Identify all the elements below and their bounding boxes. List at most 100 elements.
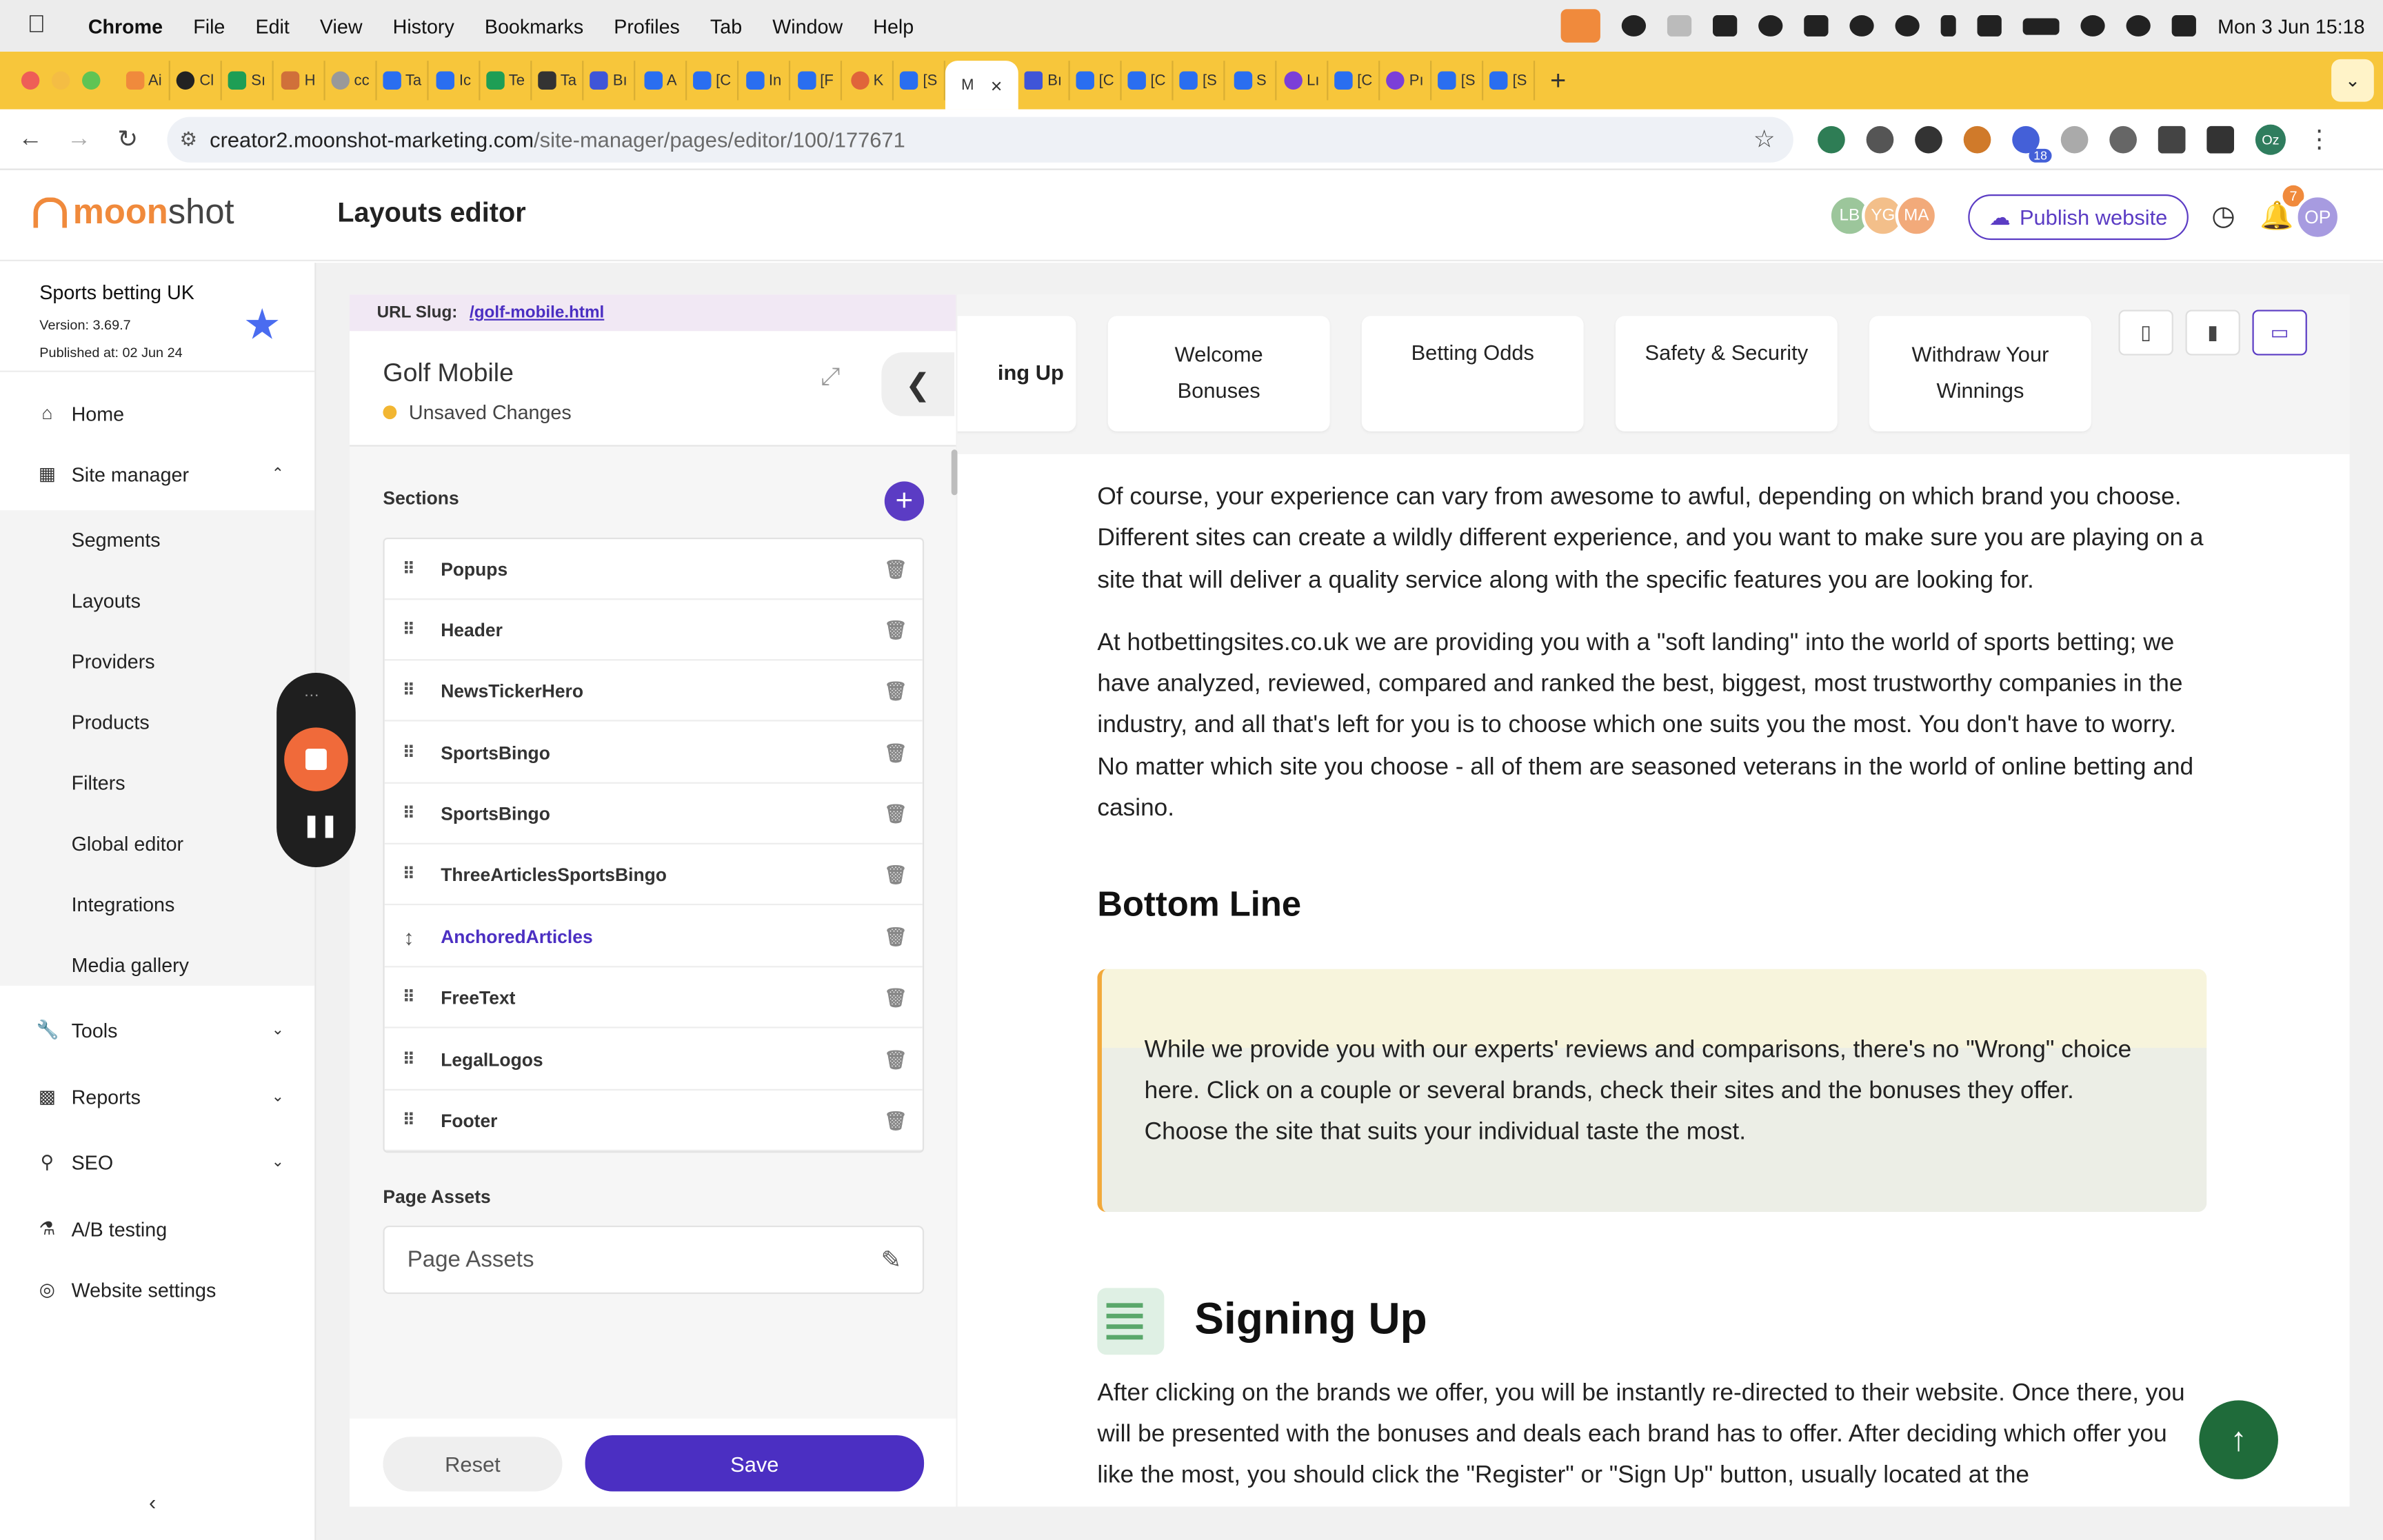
menu-profiles[interactable]: Profiles <box>614 14 680 37</box>
browser-tab[interactable]: A <box>635 61 687 101</box>
browser-menu-icon[interactable]: ⋮ <box>2307 125 2331 155</box>
grammarly-extension-icon[interactable] <box>1818 125 1845 154</box>
browser-tab[interactable]: K <box>842 61 894 101</box>
disabled-extension-icon[interactable] <box>2060 125 2089 154</box>
stop-recording-button[interactable] <box>284 727 348 791</box>
menu-window[interactable]: Window <box>772 14 843 37</box>
panel-scrollbar[interactable] <box>951 449 958 496</box>
browser-tab[interactable]: Sı <box>222 61 274 101</box>
drag-handle-icon[interactable]: ⠿ <box>400 1049 418 1069</box>
desktop-view-icon[interactable]: ▭ <box>2252 310 2307 356</box>
drag-handle-icon[interactable]: ⠿ <box>400 559 418 578</box>
browser-tab-active[interactable]: M × <box>945 61 1018 110</box>
moon-icon[interactable] <box>1849 15 1874 37</box>
trash-icon[interactable]: 🗑 <box>884 802 907 824</box>
trash-icon[interactable]: 🗑 <box>884 986 907 1008</box>
bookmark-star-icon[interactable]: ☆ <box>1753 125 1776 155</box>
browser-tab[interactable]: H <box>274 61 325 101</box>
extension-with-badge-icon[interactable]: 18 <box>2012 125 2052 163</box>
address-bar[interactable]: ⚙ creator2.moonshot-marketing.com/site-m… <box>167 116 1793 163</box>
minimize-window-button[interactable] <box>51 71 70 90</box>
sidebar-item-site-manager[interactable]: ▦ Site manager ⌃ <box>0 443 314 504</box>
browser-tab[interactable]: Cl <box>170 61 222 101</box>
menu-tab[interactable]: Tab <box>710 14 742 37</box>
scroll-to-top-arrow-icon[interactable]: ↑ <box>2199 1400 2278 1479</box>
sidebar-item-seo[interactable]: ⚲ SEO ⌄ <box>0 1131 314 1192</box>
browser-tab[interactable]: [S <box>894 61 945 101</box>
gear-extension-icon[interactable] <box>1915 125 1942 154</box>
subnav-item-segments[interactable]: Segments <box>72 529 161 551</box>
expand-icon[interactable]: ⤢ <box>821 365 840 392</box>
pause-icon[interactable]: ❚❚ <box>303 813 339 838</box>
section-row[interactable]: ⠿ Popups 🗑 <box>384 539 923 600</box>
browser-tab[interactable]: Bı <box>583 61 636 101</box>
drag-handle-icon[interactable]: ⠿ <box>400 620 418 639</box>
browser-tab[interactable]: [C <box>1122 61 1174 101</box>
save-button[interactable]: Save <box>585 1435 925 1492</box>
avatar[interactable]: MA <box>1895 194 1938 237</box>
close-tab-icon[interactable]: × <box>991 74 1003 97</box>
sidebar-item-home[interactable]: ⌂ Home <box>0 383 314 443</box>
section-row[interactable]: ⠿ SportsBingo 🗑 <box>384 784 923 844</box>
publish-website-button[interactable]: ☁ Publish website <box>1968 194 2189 241</box>
trash-icon[interactable]: 🗑 <box>884 1048 907 1070</box>
menu-file[interactable]: File <box>193 14 225 37</box>
control-center-icon[interactable] <box>2171 15 2197 37</box>
moonshot-logo[interactable]: moonshot <box>33 192 234 232</box>
trash-icon[interactable]: 🗑 <box>884 742 907 763</box>
menu-view[interactable]: View <box>320 14 363 37</box>
notifications-bell-icon[interactable]: 🔔 7 <box>2258 185 2304 234</box>
subnav-item-integrations[interactable]: Integrations <box>72 893 175 915</box>
mobile-view-icon[interactable]: ▯ <box>2118 310 2173 356</box>
pencil-edit-icon[interactable]: ✎ <box>881 1245 901 1275</box>
menubar-clock[interactable]: Mon 3 Jun 15:18 <box>2218 14 2364 37</box>
spotlight-icon[interactable] <box>2126 15 2151 37</box>
extension-icon[interactable] <box>1866 125 1894 154</box>
trash-icon[interactable]: 🗑 <box>884 864 907 885</box>
browser-tab[interactable]: cc <box>325 61 377 101</box>
browser-tab[interactable]: [C <box>1328 61 1380 101</box>
zoom-window-button[interactable] <box>82 71 101 90</box>
grammarly-icon[interactable] <box>1758 15 1783 37</box>
anchor-tab-welcome-bonuses[interactable]: Welcome Bonuses <box>1107 316 1330 432</box>
sidebar-item-website-settings[interactable]: ◎ Website settings <box>0 1259 314 1319</box>
sidebar-item-tools[interactable]: 🔧 Tools ⌄ <box>0 1000 314 1060</box>
drag-handle-icon[interactable]: ⠿ <box>400 680 418 700</box>
keyboard-input-icon[interactable] <box>1977 15 2002 37</box>
subnav-item-media-gallery[interactable]: Media gallery <box>72 954 189 977</box>
trash-icon[interactable]: 🗑 <box>884 680 907 701</box>
drag-handle-icon[interactable]: ⠿ <box>400 864 418 884</box>
puzzle-extensions-icon[interactable] <box>2158 125 2186 154</box>
reload-icon[interactable]: ↻ <box>103 124 152 154</box>
menu-history[interactable]: History <box>393 14 454 37</box>
browser-tab[interactable]: Bı <box>1018 61 1070 101</box>
vertical-move-icon[interactable]: ↕ <box>400 924 418 949</box>
anchor-tab-withdraw-winnings[interactable]: Withdraw Your Winnings <box>1869 316 2091 432</box>
browser-tab[interactable]: Te <box>480 61 532 101</box>
subnav-item-products[interactable]: Products <box>72 711 150 733</box>
section-row[interactable]: ⠿ FreeText 🗑 <box>384 967 923 1029</box>
section-row[interactable]: ⠿ ThreeArticlesSportsBingo 🗑 <box>384 844 923 906</box>
drag-handle-icon[interactable]: ⠿ <box>400 987 418 1006</box>
browser-tab[interactable]: Ta <box>532 61 584 101</box>
browser-tab[interactable]: [S <box>1174 61 1225 101</box>
user-avatar[interactable]: OP <box>2295 194 2341 241</box>
menu-help[interactable]: Help <box>873 14 914 37</box>
forward-arrow-icon[interactable]: → <box>54 125 103 153</box>
browser-profile-avatar[interactable]: Oz <box>2255 124 2286 155</box>
reset-button[interactable]: Reset <box>383 1437 563 1492</box>
sidebar-item-reports[interactable]: ▩ Reports ⌄ <box>0 1066 314 1127</box>
section-row[interactable]: ⠿ LegalLogos 🗑 <box>384 1030 923 1091</box>
browser-tab[interactable]: Ta <box>377 61 429 101</box>
sidebar-item-ab-testing[interactable]: ⚗ A/B testing <box>0 1198 314 1259</box>
anchor-tab-betting-odds[interactable]: Betting Odds <box>1361 316 1584 432</box>
pen-extension-icon[interactable] <box>2109 125 2137 154</box>
play-icon[interactable] <box>1895 15 1920 37</box>
section-row[interactable]: ⠿ SportsBingo 🗑 <box>384 723 923 784</box>
add-section-plus-icon[interactable]: + <box>884 481 925 521</box>
drag-dots-icon[interactable]: ⋯ <box>304 688 319 705</box>
browser-tab[interactable]: [C <box>687 61 739 101</box>
section-row-dragging[interactable]: ↕ AnchoredArticles 🗑 <box>384 906 923 968</box>
browser-tab[interactable]: S <box>1225 61 1277 101</box>
drag-handle-icon[interactable]: ⠿ <box>400 1111 418 1130</box>
